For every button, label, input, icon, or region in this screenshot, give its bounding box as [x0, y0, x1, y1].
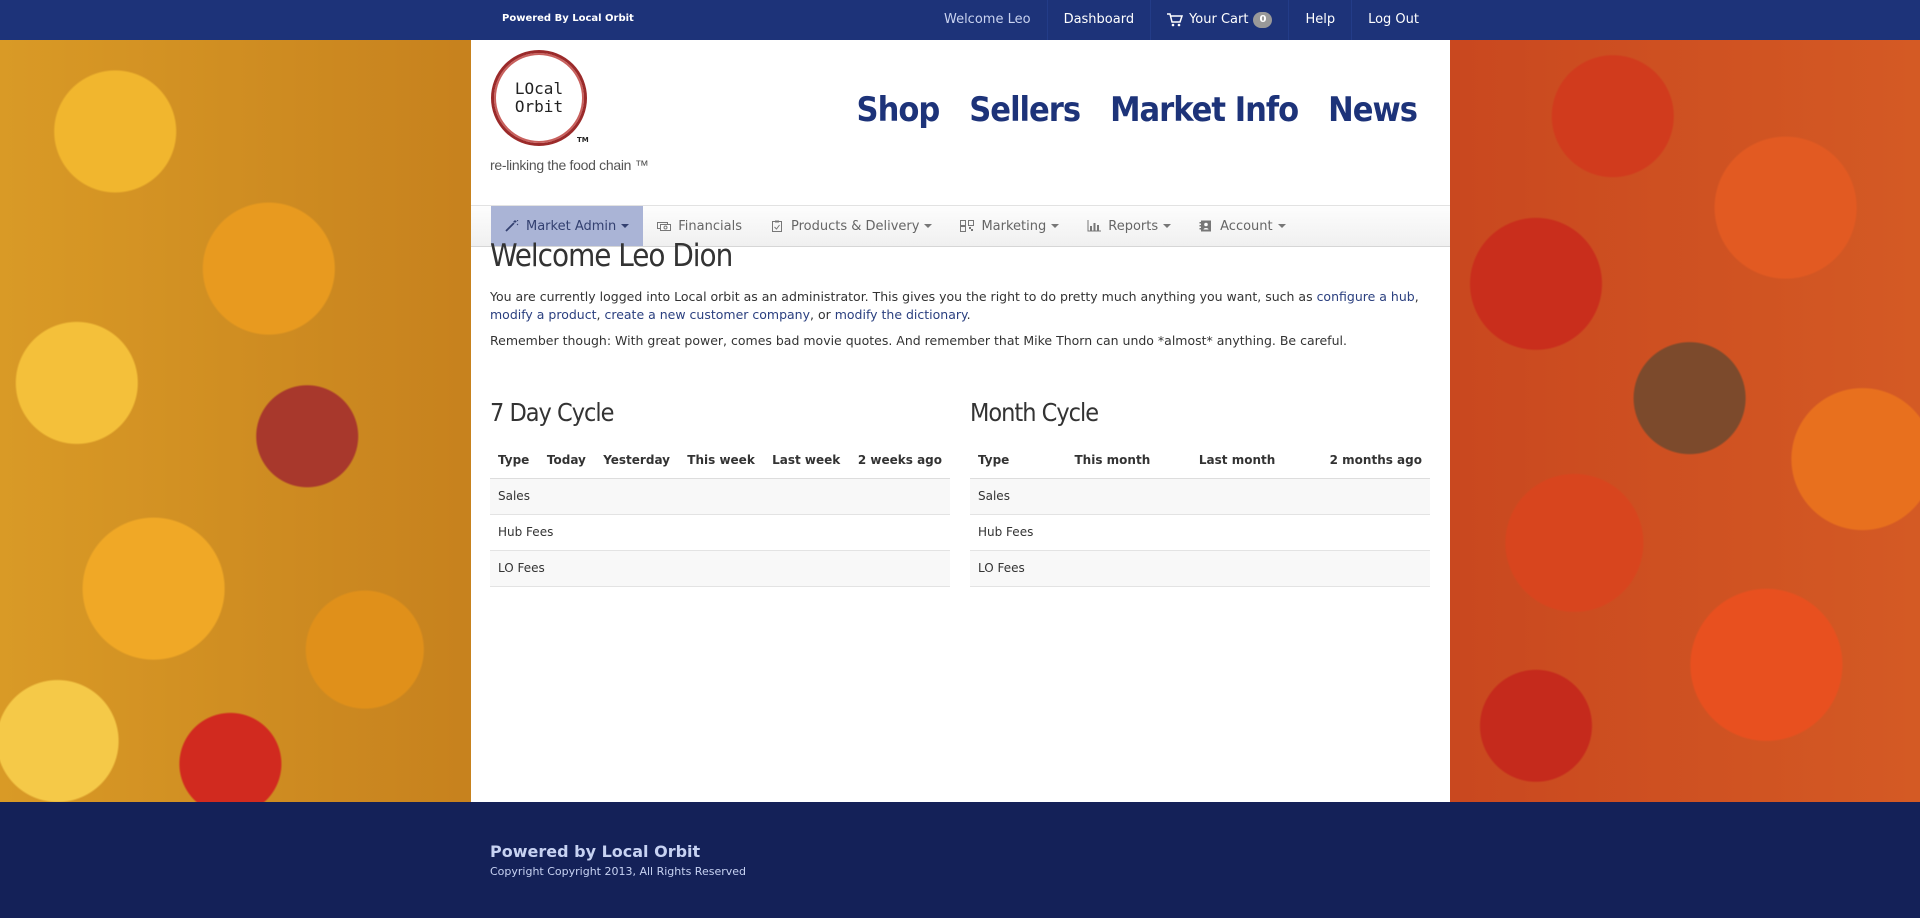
column-header: This month — [1034, 442, 1159, 479]
column-header: 2 months ago — [1283, 442, 1430, 479]
cart-link[interactable]: Your Cart 0 — [1150, 0, 1288, 40]
row-type: Hub Fees — [970, 514, 1430, 551]
table-row: Hub Fees — [970, 514, 1430, 551]
week-cycle-section: 7 Day Cycle Type Today Yesterday This we… — [490, 398, 950, 587]
row-type: Sales — [970, 478, 1430, 515]
menu-label: Products & Delivery — [790, 218, 920, 234]
row-type: Sales — [490, 478, 950, 515]
barchart-icon — [1087, 220, 1102, 232]
month-cycle-table: Type This month Last month 2 months ago … — [970, 442, 1430, 587]
trademark: TM — [577, 136, 589, 144]
dashboard-link[interactable]: Dashboard — [1046, 0, 1151, 40]
menu-label: Market Admin — [526, 218, 617, 234]
summary-tables: 7 Day Cycle Type Today Yesterday This we… — [490, 398, 1430, 587]
column-header: Today — [538, 442, 594, 479]
chevron-down-icon — [621, 224, 630, 228]
top-bar: Powered By Local Orbit Welcome Leo Dashb… — [0, 0, 1920, 40]
wand-icon — [505, 220, 519, 232]
table-header-row: Type Today Yesterday This week Last week… — [490, 442, 950, 479]
nav-news[interactable]: News — [1328, 90, 1418, 130]
welcome-text: Welcome Leo — [943, 12, 1031, 27]
separator: , — [1414, 289, 1419, 304]
column-header: 2 weeks ago — [848, 442, 950, 479]
row-type: LO Fees — [490, 550, 950, 587]
column-header: Type — [970, 442, 1035, 479]
table-header-row: Type This month Last month 2 months ago — [970, 442, 1430, 479]
nav-market-info[interactable]: Market Info — [1110, 90, 1299, 130]
column-header: Last month — [1158, 442, 1284, 479]
clipboard-icon — [771, 220, 782, 232]
intro-paragraph: You are currently logged into Local orbi… — [490, 288, 1430, 324]
main-nav: Shop Sellers Market Info News — [857, 90, 1418, 130]
column-header: Last week — [762, 442, 849, 479]
menu-label: Marketing — [981, 218, 1047, 234]
modify-product-link[interactable]: modify a product — [490, 307, 597, 322]
separator: , or — [810, 307, 835, 322]
month-cycle-section: Month Cycle Type This month Last month 2… — [970, 398, 1430, 587]
table-row: Hub Fees — [490, 514, 950, 551]
table-row: LO Fees — [970, 550, 1430, 587]
top-nav: Welcome Leo Dashboard Your Cart 0 Help L… — [928, 0, 1435, 40]
month-cycle-title: Month Cycle — [970, 398, 1099, 427]
welcome-section: Welcome Leo Dion You are currently logge… — [490, 238, 1430, 350]
page-title: Welcome Leo Dion — [490, 238, 733, 274]
chevron-down-icon — [1163, 224, 1172, 228]
footer: Powered by Local Orbit Copyright Copyrig… — [0, 802, 1920, 918]
cart-icon — [1167, 13, 1184, 27]
column-header: This week — [678, 442, 763, 479]
configure-hub-link[interactable]: configure a hub — [1317, 289, 1415, 304]
chevron-down-icon — [1277, 224, 1286, 228]
nav-shop[interactable]: Shop — [857, 90, 941, 130]
tagline: re-linking the food chain ™ — [490, 157, 649, 173]
logo-line-1: LOcal — [514, 79, 564, 98]
money-icon — [657, 222, 672, 231]
remember-paragraph: Remember though: With great power, comes… — [490, 333, 1347, 348]
menu-label: Reports — [1108, 218, 1159, 234]
addressbook-icon — [1199, 220, 1212, 232]
week-cycle-title: 7 Day Cycle — [490, 398, 614, 427]
qrcode-icon — [960, 220, 975, 232]
table-row: Sales — [970, 478, 1430, 515]
powered-by-text: Powered By Local Orbit — [502, 13, 634, 24]
cart-label: Your Cart — [1189, 12, 1249, 27]
intro-text: You are currently logged into Local orbi… — [490, 289, 1317, 304]
logout-link[interactable]: Log Out — [1351, 0, 1435, 40]
modify-dictionary-link[interactable]: modify the dictionary — [835, 307, 967, 322]
table-row: Sales — [490, 478, 950, 515]
chevron-down-icon — [1051, 224, 1060, 228]
footer-copyright: Copyright Copyright 2013, All Rights Res… — [490, 865, 747, 878]
menu-label: Financials — [678, 218, 742, 234]
local-orbit-logo[interactable]: LOcal Orbit — [491, 50, 587, 146]
create-company-link[interactable]: create a new customer company — [604, 307, 810, 322]
menu-label: Account — [1220, 218, 1273, 234]
logo-line-2: Orbit — [514, 97, 564, 116]
row-type: Hub Fees — [490, 514, 950, 551]
period: . — [966, 307, 971, 322]
week-cycle-table: Type Today Yesterday This week Last week… — [490, 442, 950, 587]
row-type: LO Fees — [970, 550, 1430, 587]
footer-powered-by: Powered by Local Orbit — [490, 842, 701, 861]
cart-count-badge: 0 — [1253, 12, 1273, 28]
chevron-down-icon — [924, 224, 933, 228]
column-header: Yesterday — [593, 442, 678, 479]
nav-sellers[interactable]: Sellers — [969, 90, 1081, 130]
column-header: Type — [490, 442, 539, 479]
help-link[interactable]: Help — [1288, 0, 1351, 40]
table-row: LO Fees — [490, 550, 950, 587]
